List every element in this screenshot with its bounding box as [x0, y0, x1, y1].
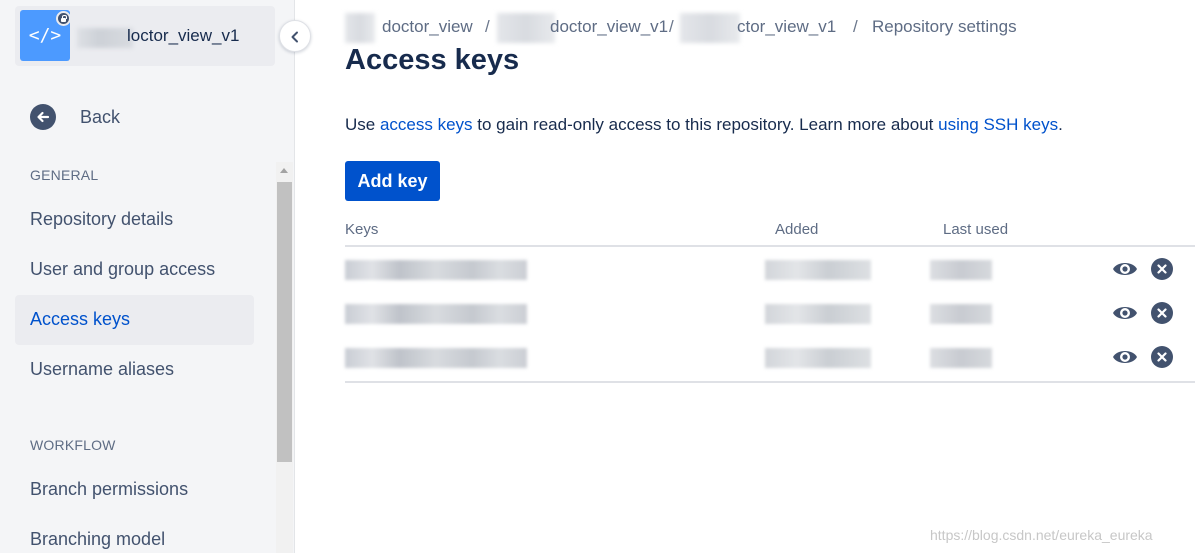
access-keys-link[interactable]: access keys [380, 115, 473, 134]
breadcrumb-current: Repository settings [872, 17, 1017, 36]
redacted-key [345, 260, 527, 280]
nav-item-label: Branching model [30, 529, 166, 549]
description-text: Use [345, 115, 380, 134]
column-header-added: Added [775, 221, 819, 238]
add-key-button[interactable]: Add key [345, 161, 440, 201]
breadcrumb-separator: / [669, 17, 674, 36]
collapse-sidebar-button[interactable] [279, 20, 311, 52]
nav-item-label: Repository details [30, 209, 174, 229]
eye-icon[interactable] [1112, 258, 1138, 280]
nav-item-access-keys[interactable]: Access keys [15, 295, 254, 345]
close-icon[interactable] [1151, 302, 1173, 324]
ssh-keys-link[interactable]: using SSH keys [938, 115, 1058, 134]
table-row [345, 248, 1195, 292]
redacted-key [345, 348, 527, 368]
watermark: https://blog.csdn.net/eureka_eureka [930, 527, 1153, 543]
eye-icon[interactable] [1112, 302, 1138, 324]
lock-icon [56, 11, 71, 26]
redacted-project-name [77, 28, 133, 48]
nav-item-repository-details[interactable]: Repository details [15, 195, 254, 245]
redacted-project [345, 13, 375, 43]
close-icon[interactable] [1151, 258, 1173, 280]
table-row [345, 336, 1195, 380]
scroll-thumb[interactable] [277, 182, 292, 462]
page-description: Use access keys to gain read-only access… [345, 115, 1063, 135]
section-title-workflow: WORKFLOW [30, 437, 116, 453]
redacted-added-date [765, 304, 871, 324]
nav-item-user-and-group-access[interactable]: User and group access [15, 245, 254, 295]
nav-item-label: Branch permissions [30, 479, 189, 499]
column-header-last-used: Last used [943, 221, 1009, 238]
description-text: . [1058, 115, 1063, 134]
scroll-up-arrow-icon[interactable] [280, 168, 288, 173]
nav-item-branch-permissions[interactable]: Branch permissions [15, 465, 254, 515]
repo-header[interactable]: </> loctor_view_v1 [15, 6, 275, 66]
breadcrumb-project[interactable]: doctor_view [382, 17, 473, 37]
page-title: Access keys [345, 44, 520, 76]
redacted-last-used [930, 260, 992, 280]
table-header-divider [345, 245, 1195, 247]
nav-item-branching-model[interactable]: Branching model [15, 515, 254, 553]
redacted-last-used [930, 348, 992, 368]
breadcrumb-repo[interactable]: doctor_view_v1 [550, 17, 668, 37]
close-icon[interactable] [1151, 346, 1173, 368]
redacted-repo [680, 13, 740, 43]
nav-item-label: Username aliases [30, 359, 175, 379]
redacted-last-used [930, 304, 992, 324]
redacted-added-date [765, 348, 871, 368]
section-title-general: GENERAL [30, 167, 99, 183]
repo-name: loctor_view_v1 [127, 26, 240, 45]
sidebar-scrollbar[interactable] [276, 162, 293, 553]
table-row [345, 292, 1195, 336]
redacted-repo [497, 13, 555, 43]
back-link[interactable]: Back [30, 100, 230, 134]
redacted-key [345, 304, 527, 324]
eye-icon[interactable] [1112, 346, 1138, 368]
breadcrumb-separator: / [853, 17, 858, 36]
chevron-left-icon [291, 31, 298, 43]
redacted-added-date [765, 260, 871, 280]
nav-item-label: User and group access [30, 259, 216, 279]
breadcrumb-separator: / [485, 17, 490, 36]
back-arrow-icon [30, 104, 56, 130]
column-header-keys: Keys [345, 221, 379, 238]
breadcrumb-repo-2[interactable]: ctor_view_v1 [737, 17, 836, 37]
table-footer-divider [345, 381, 1195, 383]
nav-item-username-aliases[interactable]: Username aliases [15, 345, 254, 395]
sidebar: </> loctor_view_v1 Back GENERAL Reposito… [0, 0, 295, 553]
back-label: Back [80, 107, 121, 127]
nav-item-label: Access keys [30, 309, 131, 329]
description-text: to gain read-only access to this reposit… [472, 115, 939, 134]
